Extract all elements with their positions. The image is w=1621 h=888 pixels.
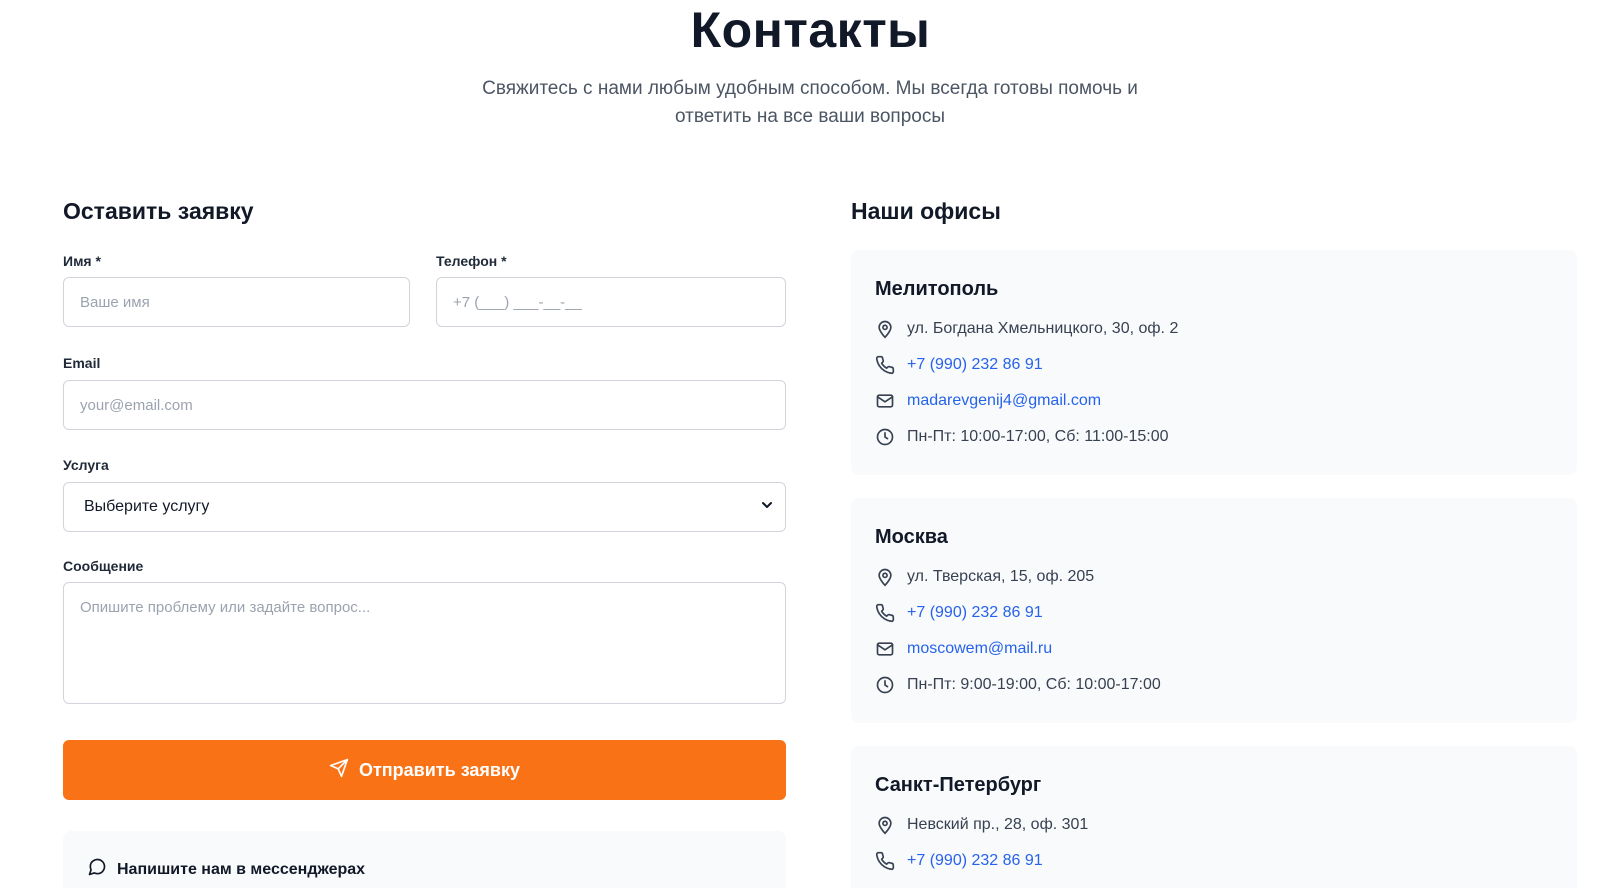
office-city: Москва bbox=[875, 526, 948, 548]
office-city: Санкт-Петербург bbox=[875, 774, 1042, 796]
submit-button-label: Отправить заявку bbox=[358, 759, 520, 780]
page-title: Контакты bbox=[690, 2, 931, 58]
send-icon bbox=[329, 758, 349, 783]
clock-icon bbox=[875, 427, 895, 447]
office-card-moscow: Москва ул. Тверская, 15, оф. 205 +7 (990… bbox=[851, 498, 1577, 723]
service-select-value: Выберите услугу bbox=[84, 498, 210, 515]
office-email-link[interactable]: moscowem@mail.ru bbox=[907, 639, 1052, 659]
office-card-spb: Санкт-Петербург Невский пр., 28, оф. 301… bbox=[851, 746, 1577, 888]
office-city: Мелитополь bbox=[875, 278, 999, 300]
email-input[interactable] bbox=[63, 380, 786, 430]
chat-bubble-icon bbox=[87, 857, 107, 882]
office-address: ул. Богдана Хмельницкого, 30, оф. 2 bbox=[907, 320, 1179, 337]
office-address: Невский пр., 28, оф. 301 bbox=[907, 816, 1089, 833]
mail-icon bbox=[875, 391, 895, 411]
name-label: Имя * bbox=[63, 253, 101, 269]
office-hours: Пн-Пт: 10:00-17:00, Сб: 11:00-15:00 bbox=[907, 428, 1169, 445]
map-pin-icon bbox=[875, 567, 895, 587]
phone-input[interactable] bbox=[436, 277, 786, 327]
office-phone-link[interactable]: +7 (990) 232 86 91 bbox=[907, 851, 1043, 871]
office-phone-link[interactable]: +7 (990) 232 86 91 bbox=[907, 603, 1043, 623]
name-input[interactable] bbox=[63, 277, 410, 327]
service-label: Услуга bbox=[63, 457, 109, 473]
phone-icon bbox=[875, 355, 895, 375]
service-select[interactable]: Выберите услугу bbox=[63, 482, 786, 532]
message-label: Сообщение bbox=[63, 558, 144, 574]
messenger-card: Напишите нам в мессенджерах bbox=[63, 831, 786, 888]
offices-title: Наши офисы bbox=[851, 198, 1001, 224]
messenger-title: Напишите нам в мессенджерах bbox=[117, 860, 366, 878]
office-phone-link[interactable]: +7 (990) 232 86 91 bbox=[907, 355, 1043, 375]
chevron-down-icon bbox=[761, 498, 773, 516]
phone-label: Телефон * bbox=[436, 253, 507, 269]
submit-button[interactable]: Отправить заявку bbox=[63, 740, 786, 800]
phone-icon bbox=[875, 851, 895, 871]
message-textarea[interactable] bbox=[63, 582, 786, 704]
page-subtitle: Свяжитесь с нами любым удобным способом.… bbox=[482, 78, 1138, 127]
clock-icon bbox=[875, 675, 895, 695]
form-title: Оставить заявку bbox=[63, 198, 254, 224]
email-label: Email bbox=[63, 355, 101, 371]
office-email-link[interactable]: madarevgenij4@gmail.com bbox=[907, 391, 1101, 411]
office-address: ул. Тверская, 15, оф. 205 bbox=[907, 568, 1095, 585]
mail-icon bbox=[875, 639, 895, 659]
office-card-melitopol: Мелитополь ул. Богдана Хмельницкого, 30,… bbox=[851, 250, 1577, 475]
map-pin-icon bbox=[875, 815, 895, 835]
phone-icon bbox=[875, 603, 895, 623]
map-pin-icon bbox=[875, 319, 895, 339]
office-hours: Пн-Пт: 9:00-19:00, Сб: 10:00-17:00 bbox=[907, 676, 1161, 693]
